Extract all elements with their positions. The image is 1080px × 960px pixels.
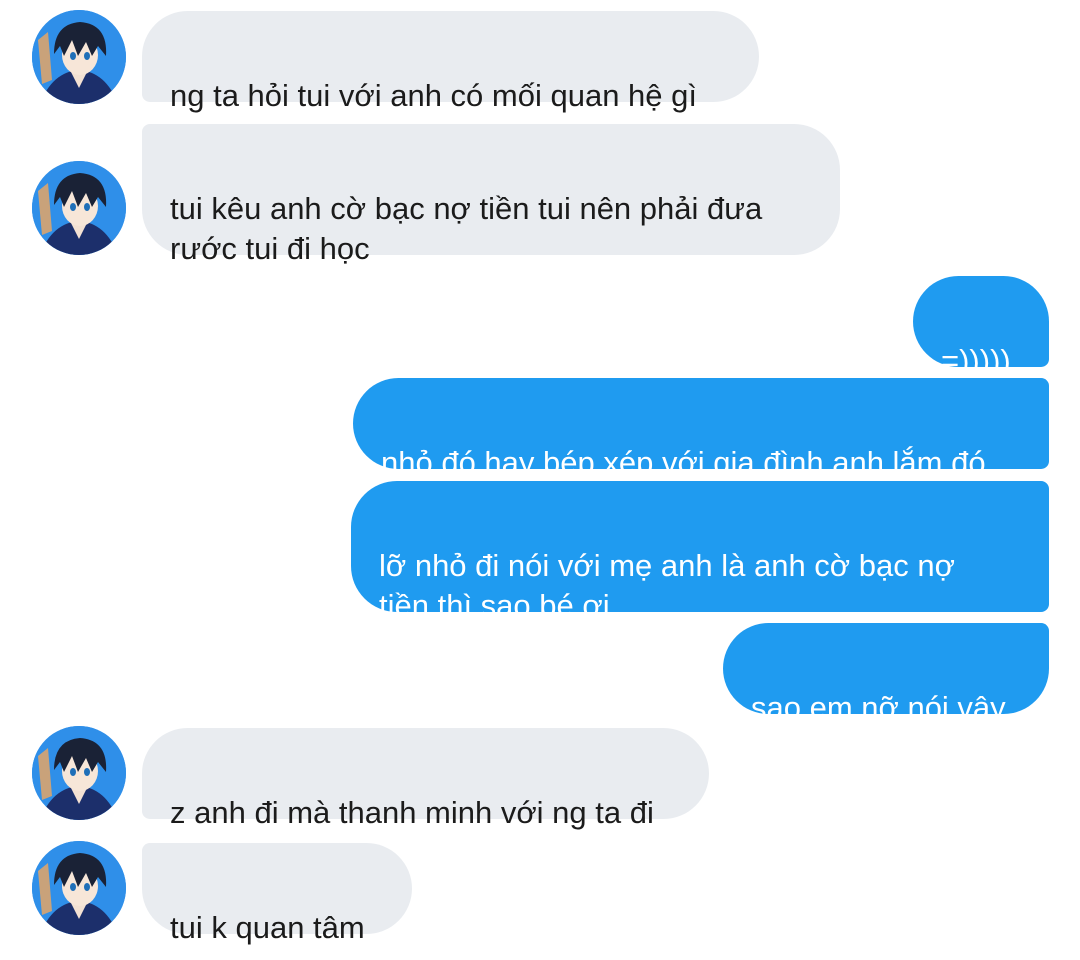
anime-character-avatar-icon bbox=[32, 161, 126, 255]
outgoing-message-bubble[interactable]: =))))) bbox=[913, 276, 1049, 378]
incoming-message-bubble[interactable]: tui kêu anh cờ bạc nợ tiền tui nên phải … bbox=[142, 124, 840, 266]
contact-avatar[interactable] bbox=[32, 841, 126, 935]
message-text: z anh đi mà thanh minh với ng ta đi bbox=[170, 795, 654, 830]
message-text: nhỏ đó hay bép xép với gia đình anh lắm … bbox=[381, 445, 986, 480]
contact-avatar[interactable] bbox=[32, 726, 126, 820]
message-text: sao em nỡ nói vậy bbox=[751, 690, 1006, 725]
incoming-message-bubble[interactable]: ng ta hỏi tui với anh có mối quan hệ gì bbox=[142, 11, 759, 113]
anime-character-avatar-icon bbox=[32, 726, 126, 820]
anime-character-avatar-icon bbox=[32, 10, 126, 104]
outgoing-message-bubble[interactable]: sao em nỡ nói vậy bbox=[723, 623, 1049, 725]
chat-conversation: ng ta hỏi tui với anh có mối quan hệ gì … bbox=[0, 0, 1080, 960]
contact-avatar[interactable] bbox=[32, 10, 126, 104]
anime-character-avatar-icon bbox=[32, 841, 126, 935]
message-text: =))))) bbox=[941, 343, 1011, 378]
message-text: tui k quan tâm bbox=[170, 910, 365, 945]
contact-avatar[interactable] bbox=[32, 161, 126, 255]
message-text: lỡ nhỏ đi nói với mẹ anh là anh cờ bạc n… bbox=[379, 548, 955, 623]
incoming-message-bubble[interactable]: tui k quan tâm bbox=[142, 843, 412, 945]
message-text: tui kêu anh cờ bạc nợ tiền tui nên phải … bbox=[170, 191, 763, 266]
message-text: ng ta hỏi tui với anh có mối quan hệ gì bbox=[170, 78, 697, 113]
incoming-message-bubble[interactable]: z anh đi mà thanh minh với ng ta đi bbox=[142, 728, 709, 830]
outgoing-message-bubble[interactable]: nhỏ đó hay bép xép với gia đình anh lắm … bbox=[353, 378, 1049, 480]
outgoing-message-bubble[interactable]: lỡ nhỏ đi nói với mẹ anh là anh cờ bạc n… bbox=[351, 481, 1049, 623]
